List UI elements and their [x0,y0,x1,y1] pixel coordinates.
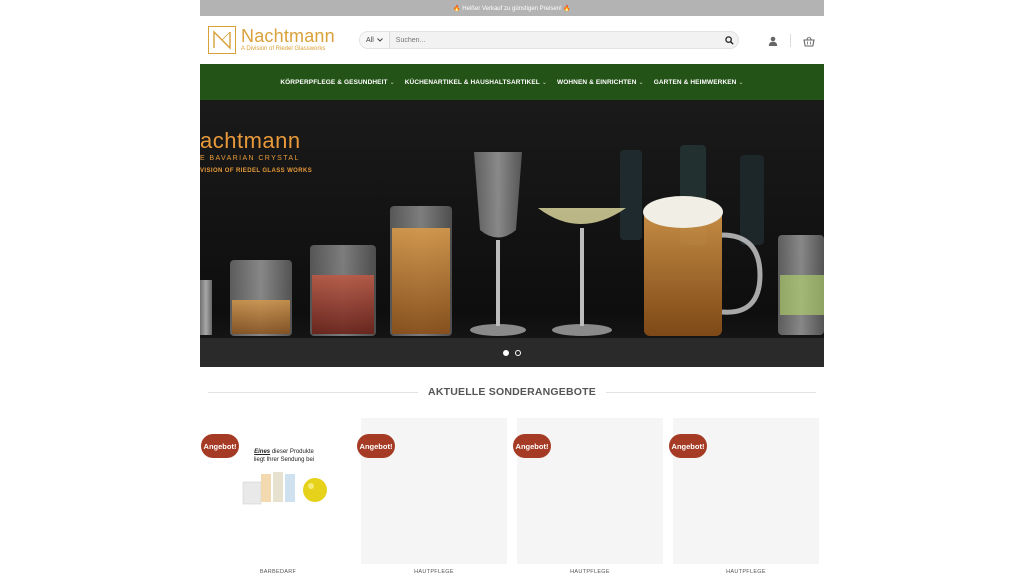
slider-dots [200,350,824,356]
divider-line [605,391,817,393]
search-icon [724,35,734,45]
page: 🔥 Heißer Verkauf zu günstigen Preisen! 🔥… [0,0,1024,576]
nav-item-label: WOHNEN & EINRICHTEN [557,78,637,86]
logo-title: Nachtmann [241,26,335,46]
section-title: AKTUELLE SONDERANGEBOTE [428,386,596,398]
sale-badge: Angebot! [669,434,707,458]
user-icon [768,36,778,46]
main-nav: KÖRPERPFLEGE & GESUNDHEIT ⌄ KÜCHENARTIKE… [200,64,824,100]
nav-item-label: KÜCHENARTIKEL & HAUSHALTSARTIKEL [404,78,540,86]
section-heading: AKTUELLE SONDERANGEBOTE [208,384,817,400]
product-card[interactable]: Angebot! HAUTPFLEGE [669,418,819,576]
hero-brand-tagline: E BAVARIAN CRYSTAL [200,155,300,162]
promo-bar: 🔥 Heißer Verkauf zu günstigen Preisen! 🔥 [200,0,824,16]
promo-note-rest: dieser Produkte [270,449,314,455]
hero-slider[interactable]: achtmann E BAVARIAN CRYSTAL VISION OF RI… [200,100,824,367]
logo-subtitle: A Division of Riedel Glassworks [241,46,326,52]
product-category[interactable]: HAUTPFLEGE [361,569,507,575]
search-button[interactable] [720,32,738,48]
nav-item-label: KÖRPERPFLEGE & GESUNDHEIT [280,78,388,86]
product-card[interactable]: Angebot! HAUTPFLEGE [513,418,663,576]
product-grid: Eines dieser Produkte liegt Ihrer Sendun… [200,418,824,576]
sale-badge: Angebot! [201,434,239,458]
search-bar: All [359,31,739,49]
search-category-value: All [366,36,374,44]
sale-badge: Angebot! [513,434,551,458]
product-sample-graphic [242,472,327,505]
chevron-down-icon: ⌄ [389,79,395,86]
product-card[interactable]: Eines dieser Produkte liegt Ihrer Sendun… [201,418,351,576]
product-card[interactable]: Angebot! HAUTPFLEGE [357,418,507,576]
search-input[interactable] [389,36,720,44]
search-category-select[interactable]: All [360,32,390,48]
nav-item-garten[interactable]: GARTEN & HEIMWERKEN ⌄ [654,79,744,86]
site-logo[interactable]: Nachtmann A Division of Riedel Glasswork… [208,26,335,54]
header: Nachtmann A Division of Riedel Glasswork… [200,16,824,64]
nav-item-wohnen[interactable]: WOHNEN & EINRICHTEN ⌄ [557,79,644,86]
chevron-down-icon: ⌄ [638,79,644,86]
chevron-down-icon: ⌄ [541,79,547,86]
slider-dot-1[interactable] [503,350,509,356]
divider-line [208,391,419,393]
cart-button[interactable] [802,34,816,48]
account-button[interactable] [766,34,780,48]
product-category[interactable]: HAUTPFLEGE [517,569,663,575]
promo-note-line2: liegt Ihrer Sendung bei [253,457,315,463]
product-category[interactable]: HAUTPFLEGE [673,569,819,575]
product-category[interactable]: BARBEDARF [205,569,351,575]
chevron-down-icon [376,38,383,42]
chevron-down-icon: ⌄ [738,79,744,86]
promo-text: 🔥 Heißer Verkauf zu günstigen Preisen! 🔥 [453,5,571,12]
nav-item-koerperpflege[interactable]: KÖRPERPFLEGE & GESUNDHEIT ⌄ [280,79,394,86]
cart-icon [803,36,815,47]
sale-badge: Angebot! [357,434,395,458]
slider-dot-2[interactable] [515,350,521,356]
header-divider [790,34,791,47]
logo-mark-icon [208,26,236,54]
site-wrapper: 🔥 Heißer Verkauf zu günstigen Preisen! 🔥… [200,0,824,576]
hero-brand-subtitle: VISION OF RIEDEL GLASS WORKS [200,168,313,174]
promo-sample-image: Eines dieser Produkte liegt Ihrer Sendun… [241,448,327,514]
hero-brand-title: achtmann [200,128,301,153]
promo-note-em: Eines [254,449,271,455]
nav-item-label: GARTEN & HEIMWERKEN [653,78,737,86]
nav-item-kuechenartikel[interactable]: KÜCHENARTIKEL & HAUSHALTSARTIKEL ⌄ [405,79,547,86]
